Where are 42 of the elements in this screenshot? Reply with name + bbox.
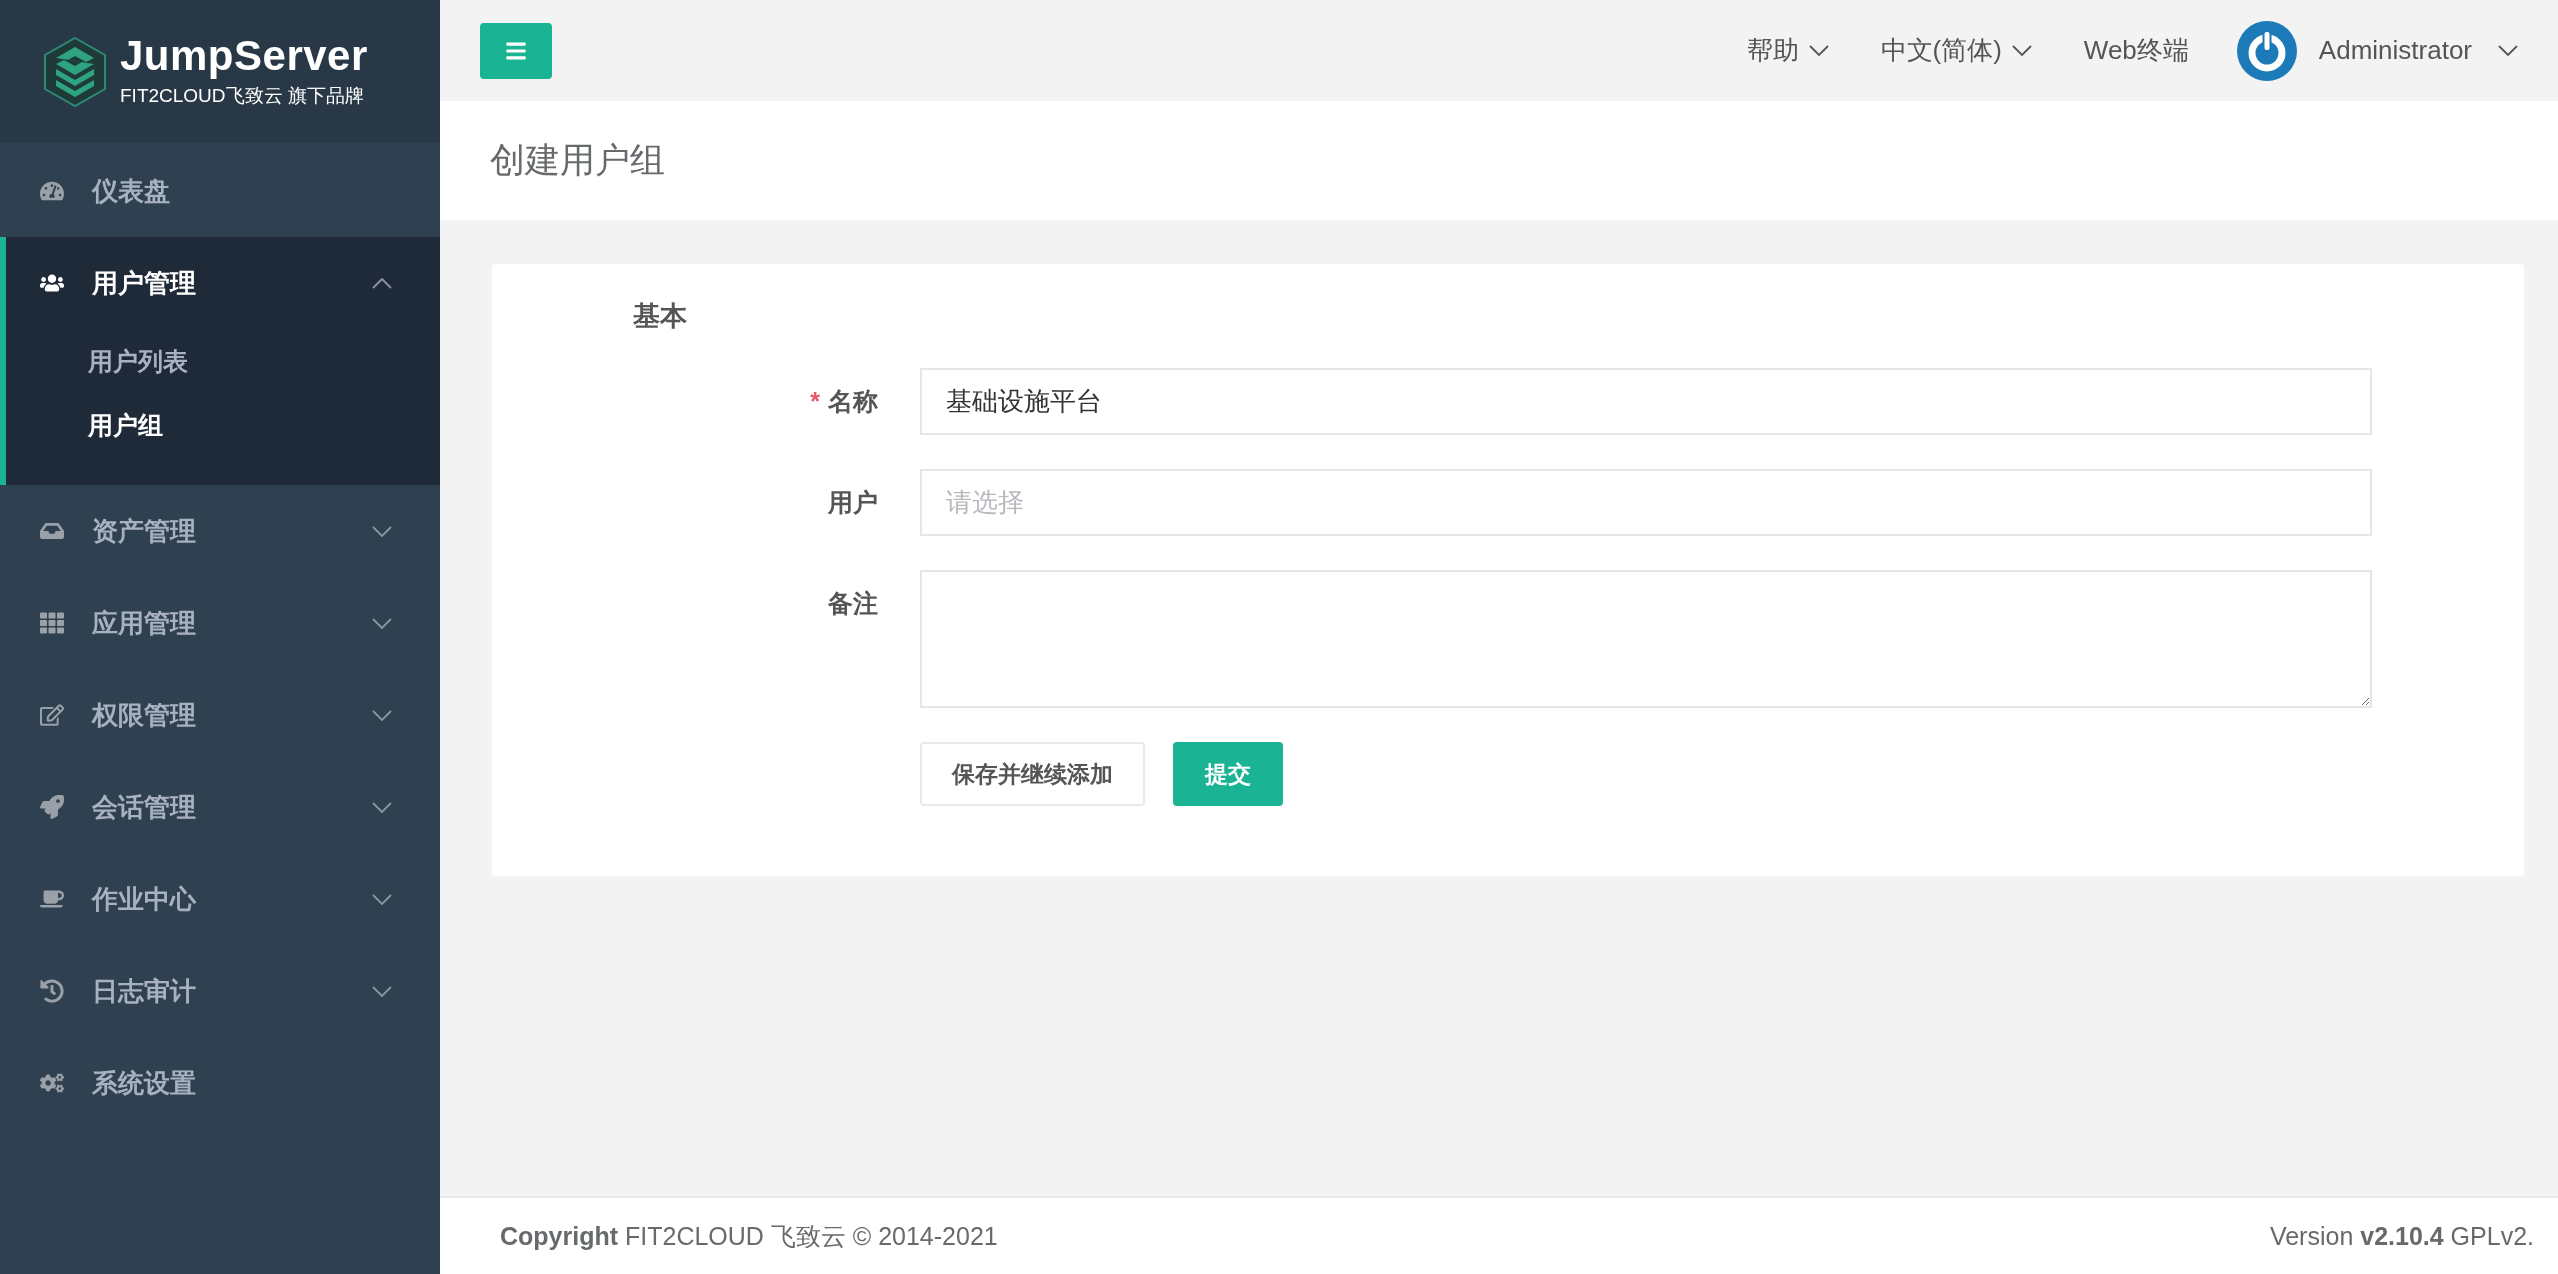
chevron-down-icon <box>372 709 392 721</box>
sidebar-item[interactable]: 系统设置 <box>6 1037 440 1129</box>
sidebar-subitem[interactable]: 用户列表 <box>6 329 440 393</box>
menu-toggle-button[interactable] <box>480 22 552 79</box>
field-label: 用户 <box>827 487 879 518</box>
user-menu[interactable]: Administrator <box>2318 35 2518 66</box>
sidebar-item[interactable]: 应用管理 <box>6 577 440 669</box>
sidebar-item[interactable]: 仪表盘 <box>6 145 440 237</box>
chevron-down-icon <box>1808 45 1829 56</box>
chevron-down-icon <box>372 801 392 813</box>
chevron-down-icon <box>372 525 392 537</box>
logo-icon <box>42 35 108 108</box>
chevron-down-icon <box>372 617 392 629</box>
save-button[interactable]: 保存并继续添加 <box>920 742 1145 806</box>
sidebar-item[interactable]: 会话管理 <box>6 761 440 853</box>
avatar-icon[interactable] <box>2236 20 2297 81</box>
chevron-down-icon <box>372 985 392 997</box>
sidebar-item[interactable]: 资产管理 <box>6 485 440 577</box>
copyright-text: Copyright FIT2CLOUD 飞致云 © 2014-2021 <box>500 1220 998 1252</box>
version-text: Version v2.10.4 GPLv2. <box>2269 1221 2534 1251</box>
select-field[interactable]: 请选择 <box>920 469 2372 536</box>
chevron-down-icon <box>372 893 392 905</box>
chevron-down-icon <box>2498 45 2518 56</box>
header-menu[interactable]: 中文(简体) <box>1880 33 2032 68</box>
section-title: 基本 <box>633 300 688 333</box>
sidebar-subitem[interactable]: 用户组 <box>6 393 440 457</box>
chevron-up-icon <box>372 277 392 289</box>
field-label: 备注 <box>827 588 879 619</box>
sidebar-item[interactable]: 作业中心 <box>6 853 440 945</box>
input-field[interactable]: 基础设施平台 <box>920 368 2372 435</box>
sidebar-item[interactable]: 日志审计 <box>6 945 440 1037</box>
field-label: * 名称 <box>809 386 879 417</box>
required-mark: * <box>810 387 820 415</box>
note-field[interactable] <box>920 570 2372 708</box>
header-menu[interactable]: 帮助 <box>1746 33 1829 68</box>
logo-name: JumpServer <box>120 34 368 77</box>
logo-tagline: FIT2CLOUD飞致云 旗下品牌 <box>120 83 365 108</box>
header-menu[interactable]: Web终端 <box>2083 33 2189 68</box>
chevron-down-icon <box>2011 45 2032 56</box>
sidebar-item[interactable]: 权限管理 <box>6 669 440 761</box>
page-title: 创建用户组 <box>490 139 665 181</box>
sidebar-item[interactable]: 用户管理 <box>6 237 440 329</box>
